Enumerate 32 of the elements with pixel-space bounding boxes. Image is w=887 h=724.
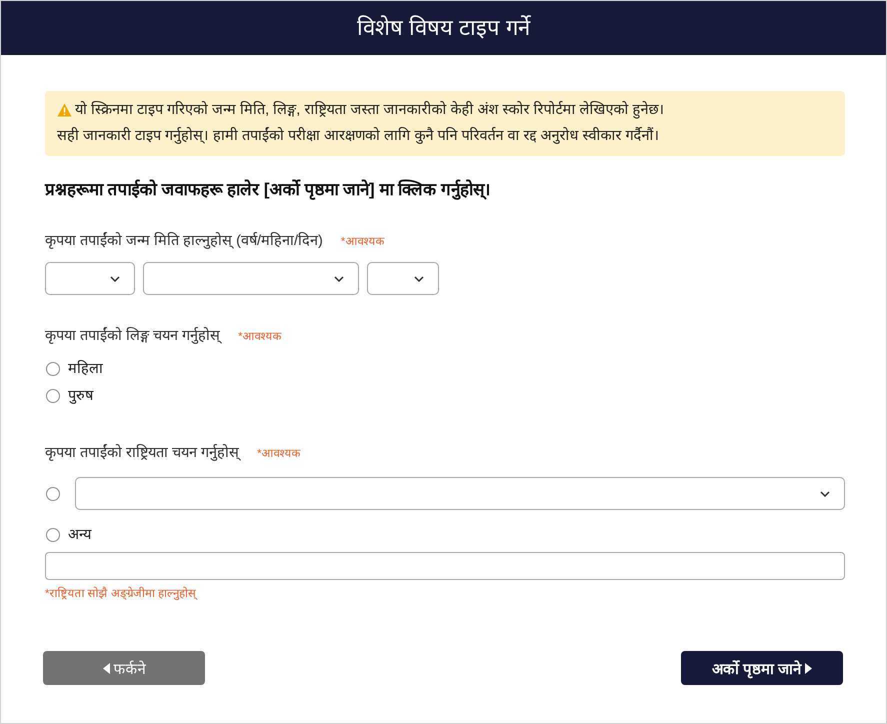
radio-label: पुरुष <box>68 386 93 406</box>
radio-button[interactable] <box>46 486 60 500</box>
notice-text: सही जानकारी टाइप गर्नुहोस्। हामी तपाईंको परीक्षा आरक्षणको लागि कुनै पनि परिवर्तन वा रद्द अनुरोध स्वीकार गर्दैनौं। <box>57 126 660 146</box>
notice-text: यो स्क्रिनमा टाइप गरिएको जन्म मिति, लिङ्ग, राष्ट्रियता जस्ता जानकारीको केही अंश स्कोर रिपोर्टमा लेखिएको हुनेछ। <box>75 100 664 121</box>
dropdown-field[interactable] <box>75 477 845 510</box>
question-label: कृपया तपाईंको राष्ट्रियता चयन गर्नुहोस् <box>45 443 240 463</box>
radio-button[interactable] <box>46 362 60 376</box>
required-note: *आवश्यक <box>257 447 301 462</box>
radio-button[interactable] <box>46 528 60 542</box>
dropdown-field[interactable] <box>45 262 135 295</box>
chevron-down-icon <box>820 490 830 496</box>
hint-text: *राष्ट्रियता सोझै अङ्ग्रेजीमा हाल्नुहोस् <box>45 586 198 602</box>
caret-right-icon <box>805 662 812 674</box>
chevron-down-icon <box>110 276 120 282</box>
radio-label: महिला <box>68 359 103 378</box>
radio-button[interactable] <box>46 388 60 402</box>
instruction-text: प्रश्नहरूमा तपाईको जवाफहरू हालेर [अर्को पृष्ठमा जाने] मा क्लिक गर्नुहोस्। <box>45 178 491 202</box>
dropdown-field[interactable] <box>143 262 359 295</box>
caret-left-icon <box>102 662 110 674</box>
question-label: कृपया तपाईंको लिङ्ग चयन गर्नुहोस् <box>45 326 220 346</box>
text-field[interactable] <box>45 552 845 580</box>
dropdown-field[interactable] <box>367 262 439 295</box>
question-label: कृपया तपाईंको जन्म मिति हाल्नुहोस् (वर्ष/महिना/दिन) <box>45 231 323 251</box>
chevron-down-icon <box>334 276 344 282</box>
required-note: *आवश्यक <box>238 330 282 345</box>
back-button[interactable]: फर्कने <box>43 651 205 685</box>
chevron-down-icon <box>414 276 424 282</box>
page-title: विशेष विषय टाइप गर्ने <box>356 14 530 42</box>
warning-icon <box>57 103 72 117</box>
required-note: *आवश्यक <box>340 235 384 250</box>
next-button[interactable]: अर्को पृष्ठमा जाने <box>681 651 843 685</box>
radio-label: अन्य <box>68 526 91 544</box>
